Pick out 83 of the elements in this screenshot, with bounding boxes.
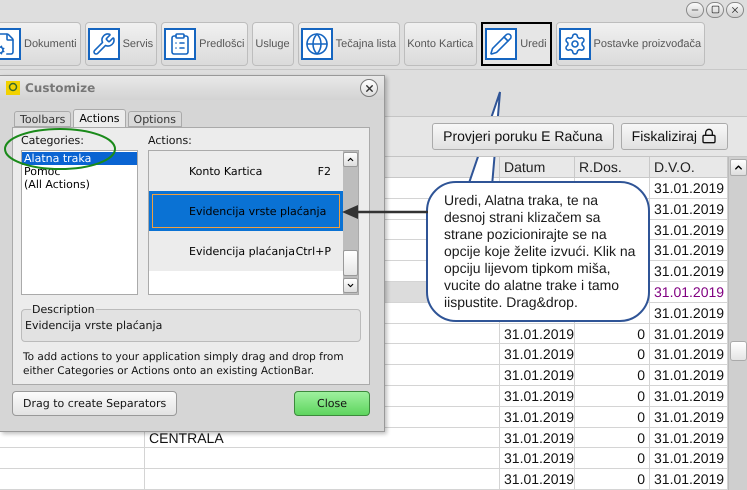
- toolbar-button[interactable]: Dokumenti: [0, 22, 81, 66]
- description-text: Evidencija vrste plaćanja: [25, 319, 162, 332]
- caret-up-icon: [346, 155, 355, 164]
- description-label: Description: [31, 303, 96, 316]
- toolbar-button[interactable]: Usluge: [252, 22, 294, 66]
- dialog-button[interactable]: Drag to create Separators: [12, 391, 178, 416]
- table-cell: 31.01.2019: [650, 302, 728, 324]
- table-cell: 31.01.2019: [500, 448, 575, 470]
- action-item[interactable]: Evidencija vrste plaćanja: [149, 191, 343, 231]
- table-cell: 0: [575, 386, 650, 407]
- table-cell: 31.01.2019: [650, 406, 728, 428]
- table-cell: 31.01.2019: [650, 386, 728, 407]
- action-button[interactable]: Provjeri poruku E Računa: [432, 122, 614, 150]
- table-cell: 31.01.2019: [650, 178, 728, 199]
- minimize-button[interactable]: [686, 2, 704, 18]
- table-cell: 31.01.2019: [500, 469, 575, 490]
- table-cell: 31.01.2019: [650, 324, 728, 344]
- close-icon: [730, 4, 740, 15]
- table-cell: 0: [575, 324, 650, 344]
- dialog-title: Customize: [25, 81, 96, 95]
- table-cell: 31.01.2019: [500, 406, 575, 428]
- column-header[interactable]: Datum: [500, 157, 575, 178]
- action-item[interactable]: Konto Kartica F2: [149, 151, 343, 191]
- toolbar-icon: [300, 28, 333, 60]
- scroll-thumb[interactable]: [343, 250, 358, 276]
- close-icon: [364, 82, 374, 94]
- callout-text: Uredi, Alatna traka, te na desnoj strani klizačem sa strane pozicionirajte se na opcije koje želite izvući. Klik na opciju lijevom tipkom miša, vucite do alatne trake i tamo iispustite. Drag&drop.: [444, 192, 636, 311]
- table-cell: 31.01.2019: [650, 261, 728, 282]
- category-item[interactable]: (All Actions): [22, 178, 137, 191]
- scrollbar[interactable]: [728, 157, 747, 490]
- toolbar-button[interactable]: Tečajna lista: [298, 22, 400, 66]
- tab[interactable]: Actions: [73, 109, 126, 127]
- scroll-up-button[interactable]: [730, 159, 746, 176]
- table-cell: 0: [575, 365, 650, 386]
- toolbar-icon: [88, 28, 120, 60]
- scroll-down-button[interactable]: [343, 278, 358, 293]
- column-header[interactable]: D.V.O.: [650, 157, 728, 178]
- toolbar-icon: [485, 28, 518, 60]
- lock-icon: [701, 128, 717, 144]
- table-cell: 31.01.2019: [500, 324, 575, 344]
- toolbar-button[interactable]: Predlošci: [161, 22, 248, 66]
- scroll-up-button[interactable]: [343, 152, 358, 167]
- table-cell: 31.01.2019: [650, 198, 728, 220]
- table-cell: 31.01.2019: [650, 220, 728, 240]
- scrollbar[interactable]: [343, 151, 358, 294]
- dialog-button[interactable]: Close: [294, 391, 370, 416]
- tab[interactable]: Toolbars: [14, 111, 72, 127]
- maximize-icon: [710, 5, 720, 14]
- column-header[interactable]: R.Dos.: [575, 157, 650, 178]
- actions-label: Actions:: [148, 134, 193, 148]
- action-item[interactable]: Evidencija plaćanjaCtrl+P: [149, 231, 343, 271]
- table-cell: 31.01.2019: [650, 240, 728, 262]
- toolbar-button[interactable]: Uredi: [481, 22, 552, 66]
- toolbar-button[interactable]: Postavke proizvođača: [556, 22, 706, 66]
- table-cell: 31.01.2019: [650, 469, 728, 490]
- table-cell: 31.01.2019: [650, 282, 728, 303]
- table-cell: 31.01.2019: [500, 428, 575, 448]
- tab[interactable]: Options: [128, 111, 182, 127]
- caret-down-icon: [346, 281, 355, 290]
- toolbar-icon: [164, 28, 196, 60]
- table-cell: 0: [575, 469, 650, 490]
- table-cell: 31.01.2019: [500, 344, 575, 366]
- table-cell: 31.01.2019: [650, 365, 728, 386]
- category-item[interactable]: Alatna traka: [22, 152, 137, 165]
- table-cell: 0: [575, 428, 650, 448]
- toolbar-button[interactable]: Servis: [84, 22, 158, 66]
- scroll-thumb[interactable]: [730, 341, 746, 362]
- table-cell: 31.01.2019: [650, 344, 728, 366]
- table-cell: 0: [575, 344, 650, 366]
- action-button[interactable]: Fiskaliziraj: [620, 122, 728, 150]
- app-icon: [6, 81, 20, 95]
- toolbar-icon: [558, 28, 591, 60]
- table-cell: 0: [575, 448, 650, 470]
- table-cell: 31.01.2019: [650, 448, 728, 470]
- categories-label: Categories:: [21, 134, 85, 148]
- table-cell: 0: [575, 406, 650, 428]
- maximize-button[interactable]: [706, 2, 724, 18]
- help-text: To add actions to your application simply drag and drop from either Categories or Actions onto an existing ActionBar.: [23, 350, 345, 378]
- toolbar-button[interactable]: Konto Kartica: [404, 22, 478, 66]
- table-cell: 31.01.2019: [500, 365, 575, 386]
- table-cell: 31.01.2019: [500, 386, 575, 407]
- table-cell: 31.01.2019: [650, 428, 728, 448]
- close-button[interactable]: [360, 79, 378, 97]
